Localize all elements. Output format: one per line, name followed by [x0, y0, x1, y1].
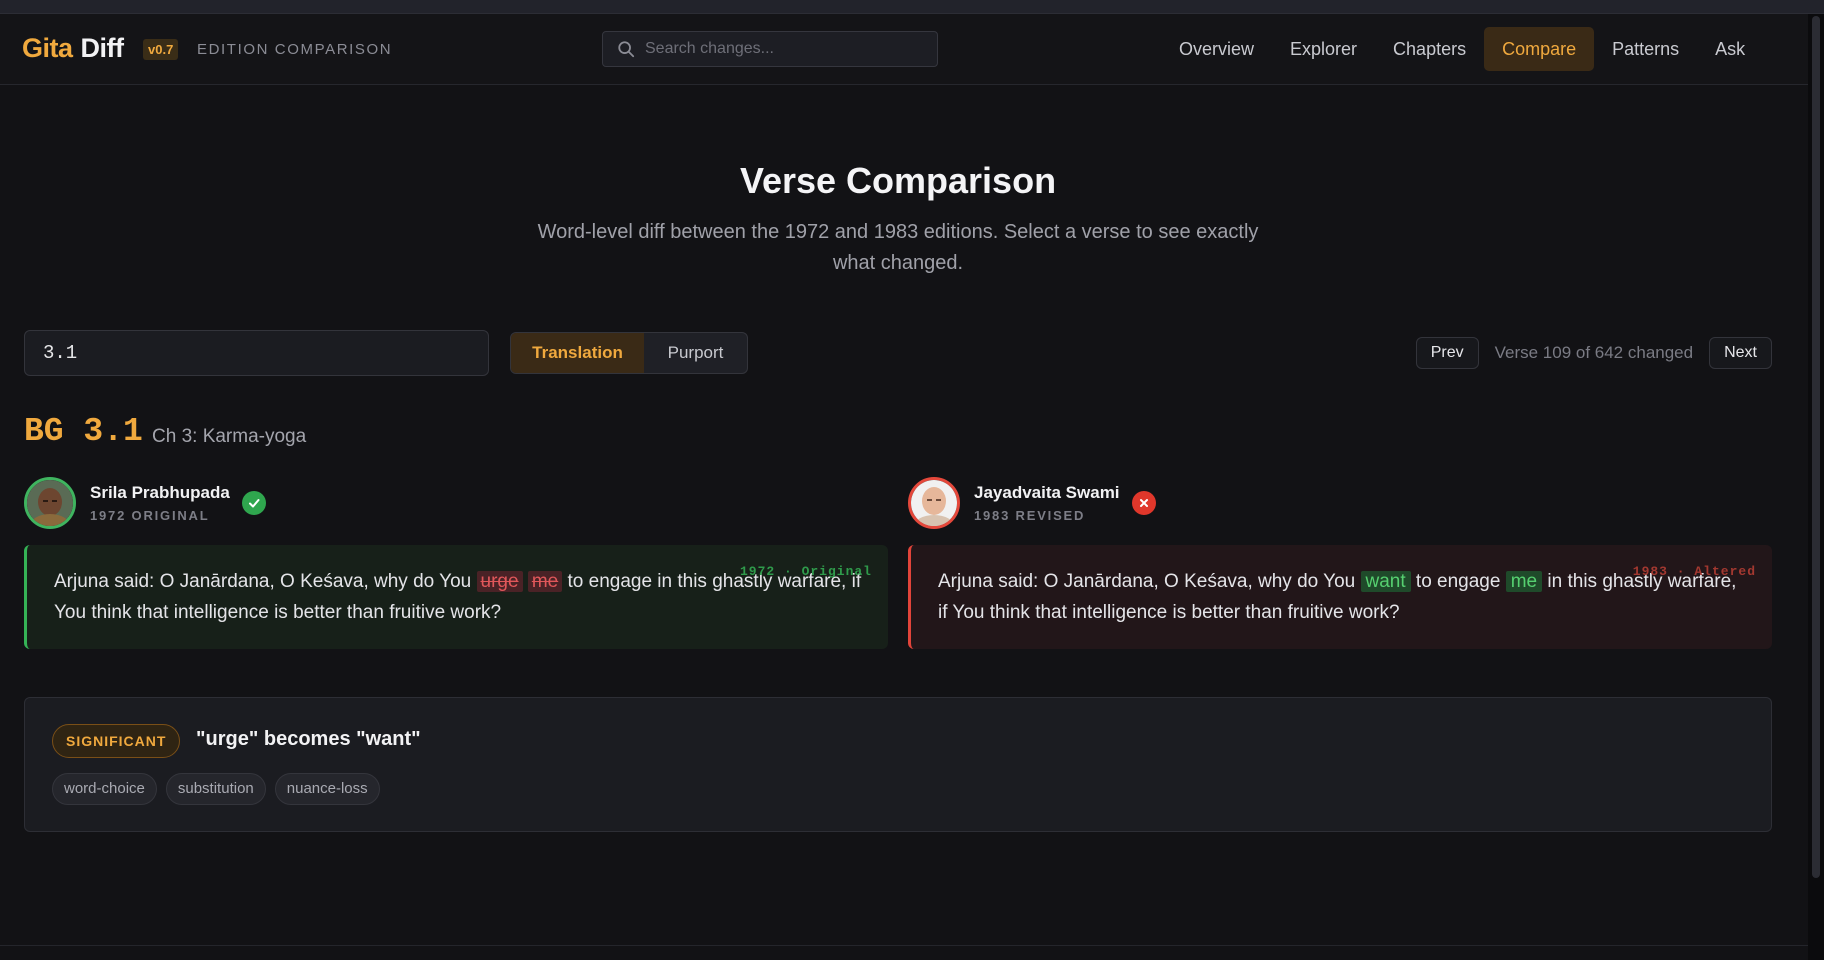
revised-text-before: Arjuna said: O Janārdana, O Keśava, why … — [938, 571, 1361, 592]
severity-badge: SIGNIFICANT — [52, 724, 181, 758]
main-nav: Overview Explorer Chapters Compare Patte… — [1161, 26, 1763, 72]
added-word: me — [1505, 571, 1543, 592]
nav-patterns[interactable]: Patterns — [1594, 27, 1697, 71]
tag-chip[interactable]: word-choice — [52, 773, 157, 805]
search-input[interactable] — [645, 40, 925, 58]
close-icon — [1131, 491, 1156, 515]
nav-overview[interactable]: Overview — [1161, 27, 1272, 71]
brand-name-part2: Diff — [80, 33, 124, 63]
verse-input[interactable] — [24, 330, 489, 376]
chapter-label: Ch 3: Karma-yoga — [152, 426, 307, 447]
revised-text-mid: to engage — [1410, 571, 1506, 592]
nav-ask[interactable]: Ask — [1697, 27, 1763, 71]
tab-purport[interactable]: Purport — [644, 333, 747, 373]
scrollbar-thumb[interactable] — [1812, 16, 1820, 878]
next-button[interactable]: Next — [1709, 337, 1772, 369]
prev-button[interactable]: Prev — [1415, 337, 1479, 369]
added-word: want — [1360, 571, 1411, 592]
footer-divider — [0, 945, 1808, 946]
page-subtitle: Word-level diff between the 1972 and 198… — [537, 221, 1259, 274]
verse-reference: BG 3.1 — [24, 413, 143, 450]
scrollbar[interactable] — [1808, 14, 1824, 960]
browser-top-strip — [0, 0, 1824, 14]
original-card-tag: 1972 · Original — [739, 564, 872, 579]
app-tagline: EDITION COMPARISON — [197, 41, 393, 58]
version-badge: v0.7 — [143, 39, 179, 60]
check-icon — [241, 491, 266, 515]
top-header: Gita Diff v0.7 EDITION COMPARISON Overvi… — [0, 14, 1808, 85]
view-toggle: Translation Purport — [510, 332, 748, 374]
avatar-prabhupada — [24, 477, 76, 529]
tag-chip[interactable]: nuance-loss — [274, 773, 380, 805]
page-title: Verse Comparison — [739, 160, 1057, 201]
revised-card-tag: 1983 · Altered — [1632, 564, 1756, 579]
verse-pager: Prev Verse 109 of 642 changed Next — [1415, 337, 1772, 369]
removed-word: urge — [476, 571, 523, 592]
brand-logo[interactable]: Gita Diff — [22, 33, 124, 64]
search-box — [602, 31, 938, 67]
change-tags: word-choice substitution nuance-loss — [52, 773, 389, 805]
tab-translation[interactable]: Translation — [511, 333, 644, 373]
revised-author-name: Jayadvaita Swami — [974, 483, 1120, 502]
revised-edition-label: 1983 REVISED — [974, 508, 1086, 523]
removed-word: me — [527, 571, 563, 592]
nav-compare[interactable]: Compare — [1484, 27, 1595, 71]
original-edition-label: 1972 ORIGINAL — [90, 508, 210, 523]
nav-explorer[interactable]: Explorer — [1272, 27, 1375, 71]
brand-name-part1: Gita — [22, 33, 73, 63]
change-title: "urge" becomes "want" — [196, 728, 421, 750]
tag-chip[interactable]: substitution — [165, 773, 266, 805]
original-author: Srila Prabhupada 1972 ORIGINAL — [24, 477, 266, 529]
search-icon — [618, 41, 635, 58]
revised-author: Jayadvaita Swami 1983 REVISED — [908, 477, 1156, 529]
pager-status: Verse 109 of 642 changed — [1494, 343, 1694, 362]
change-summary-card: SIGNIFICANT "urge" becomes "want" word-c… — [24, 697, 1772, 832]
revised-verse-card: 1983 · Altered Arjuna said: O Janārdana,… — [908, 545, 1772, 649]
nav-chapters[interactable]: Chapters — [1375, 27, 1484, 71]
original-author-name: Srila Prabhupada — [90, 483, 230, 502]
original-text-before: Arjuna said: O Janārdana, O Keśava, why … — [54, 571, 477, 592]
avatar-jayadvaita — [908, 477, 960, 529]
original-verse-card: 1972 · Original Arjuna said: O Janārdana… — [24, 545, 888, 649]
